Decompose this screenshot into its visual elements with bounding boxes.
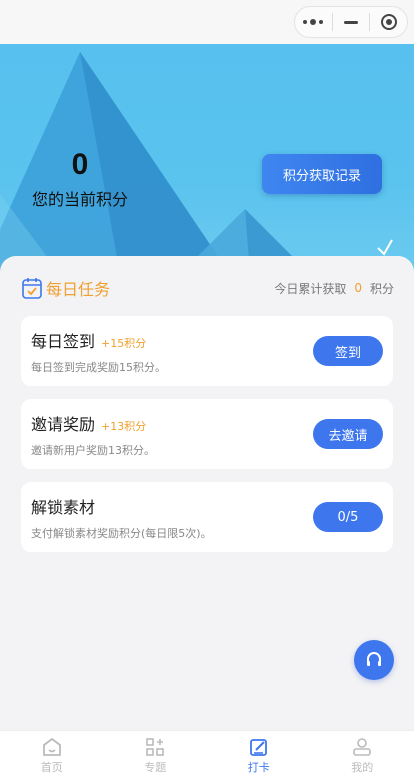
bottom-tab-bar: 首页 专题 打卡 我的 (0, 730, 414, 781)
headset-icon (365, 651, 383, 669)
signin-button[interactable]: 签到 (313, 336, 383, 366)
today-points-summary: 今日累计获取 0 积分 (274, 280, 394, 297)
points-banner: 0 您的当前积分 积分获取记录 (0, 44, 414, 274)
tab-topics[interactable]: 专题 (104, 731, 208, 781)
minimize-button[interactable] (333, 7, 370, 37)
calendar-check-icon (22, 277, 42, 299)
task-name: 每日签到 (31, 328, 95, 352)
checkin-edit-icon (248, 737, 270, 757)
top-bar (0, 0, 414, 44)
tab-checkin[interactable]: 打卡 (207, 731, 311, 781)
tab-label: 我的 (351, 759, 373, 775)
tab-label: 专题 (144, 759, 166, 775)
task-bonus: +13积分 (101, 418, 146, 434)
invite-button[interactable]: 去邀请 (313, 419, 383, 449)
task-bonus: +15积分 (101, 335, 146, 351)
customer-service-button[interactable] (354, 640, 394, 680)
tasks-title: 每日任务 (46, 276, 110, 300)
home-icon (41, 737, 63, 757)
more-dots-icon (303, 19, 323, 25)
target-close-icon (381, 14, 397, 30)
profile-icon (351, 737, 373, 757)
unlock-progress-button[interactable]: 0/5 (313, 502, 383, 532)
tab-mine[interactable]: 我的 (311, 731, 414, 781)
more-button[interactable] (295, 7, 332, 37)
tab-label: 首页 (41, 759, 63, 775)
points-label: 您的当前积分 (0, 186, 160, 210)
mini-program-capsule (294, 6, 408, 38)
task-desc: 每日签到完成奖励15积分。 (31, 359, 166, 375)
task-desc: 邀请新用户奖励13积分。 (31, 442, 155, 458)
tasks-header: 每日任务 今日累计获取 0 积分 (22, 274, 394, 302)
points-value: 0 (0, 148, 160, 182)
minimize-icon (344, 21, 358, 24)
task-card-invite: 邀请奖励 +13积分 邀请新用户奖励13积分。 去邀请 (21, 399, 393, 469)
task-name: 邀请奖励 (31, 411, 95, 435)
points-record-button[interactable]: 积分获取记录 (262, 154, 382, 194)
close-button[interactable] (370, 7, 407, 37)
task-card-unlock: 解锁素材 支付解锁素材奖励积分(每日限5次)。 0/5 (21, 482, 393, 552)
task-card-signin: 每日签到 +15积分 每日签到完成奖励15积分。 签到 (21, 316, 393, 386)
daily-tasks-panel: 每日任务 今日累计获取 0 积分 每日签到 +15积分 每日签到完成奖励15积分… (0, 256, 414, 730)
today-points-value: 0 (354, 281, 362, 295)
task-desc: 支付解锁素材奖励积分(每日限5次)。 (31, 525, 212, 541)
tab-home[interactable]: 首页 (0, 731, 104, 781)
grid-icon (144, 737, 166, 757)
tab-label: 打卡 (248, 759, 270, 775)
task-name: 解锁素材 (31, 494, 95, 518)
